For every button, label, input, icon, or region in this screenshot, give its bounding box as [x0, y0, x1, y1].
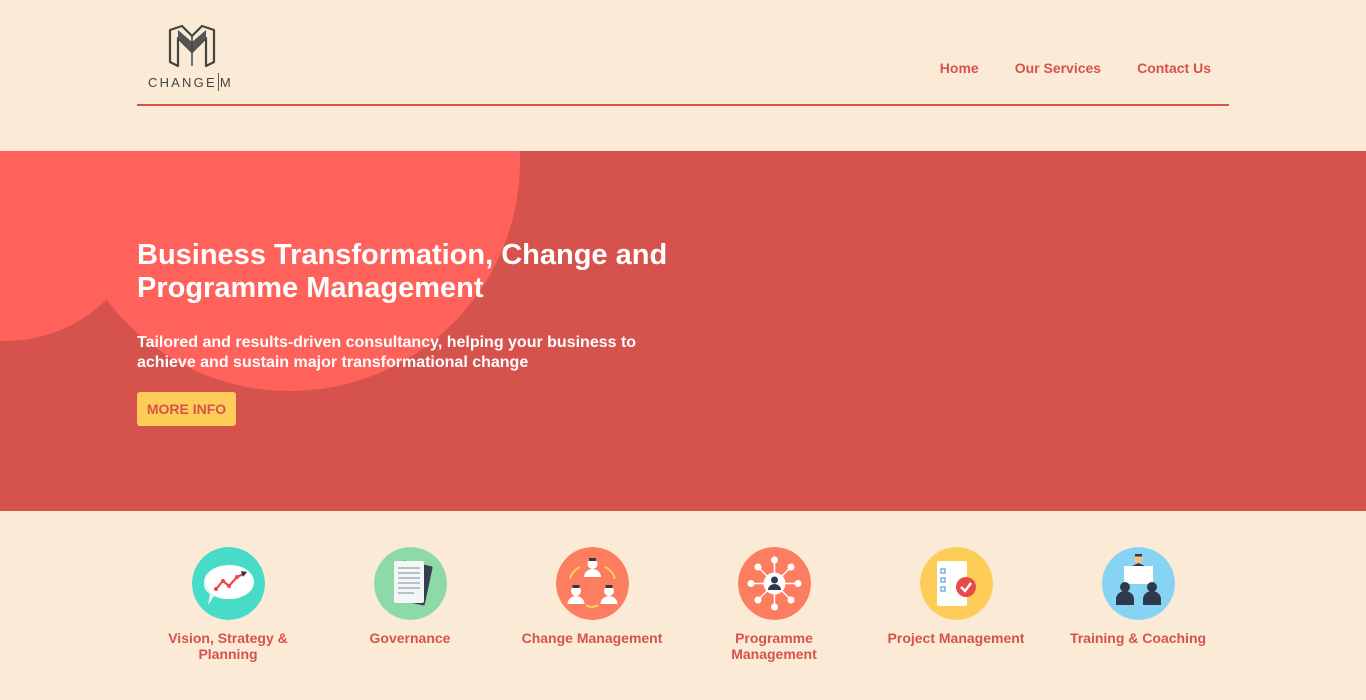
chart-speech-bubble-icon [191, 547, 265, 620]
site-header: CHANGE M Home Our Services Contact Us [137, 0, 1229, 106]
service-label: Governance [369, 630, 451, 646]
logo[interactable]: CHANGE M [145, 24, 255, 94]
service-label: Change Management [521, 630, 663, 646]
hero-subtitle: Tailored and results-driven consultancy,… [137, 334, 637, 371]
service-label: Programme Management [731, 630, 817, 662]
logo-text-left: CHANGE [148, 75, 217, 90]
presenter-audience-icon [1101, 547, 1175, 620]
service-vision-strategy-planning[interactable]: Vision, Strategy & Planning [137, 547, 319, 662]
logo-mark-icon [168, 24, 216, 68]
service-label: Vision, Strategy & Planning [168, 630, 288, 662]
nav-home[interactable]: Home [940, 60, 979, 76]
services-row: Vision, Strategy & Planning Governance C… [137, 547, 1229, 662]
logo-text-right: M [219, 75, 233, 90]
service-label: Training & Coaching [1069, 630, 1207, 646]
network-person-icon [737, 547, 811, 620]
service-label: Project Management [887, 630, 1025, 646]
service-programme-management[interactable]: Programme Management [683, 547, 865, 662]
checklist-icon [919, 547, 993, 620]
hero-title: Business Transformation, Change and Prog… [137, 239, 668, 304]
service-training-coaching[interactable]: Training & Coaching [1047, 547, 1229, 662]
nav-our-services[interactable]: Our Services [1015, 60, 1101, 76]
logo-wordmark: CHANGE M [148, 73, 233, 91]
document-icon [373, 547, 447, 620]
more-info-button[interactable]: MORE INFO [137, 392, 236, 426]
service-governance[interactable]: Governance [319, 547, 501, 662]
hero-banner: Business Transformation, Change and Prog… [0, 151, 1366, 511]
service-project-management[interactable]: Project Management [865, 547, 1047, 662]
main-nav: Home Our Services Contact Us [940, 60, 1211, 76]
logo-divider [217, 73, 219, 91]
service-change-management[interactable]: Change Management [501, 547, 683, 662]
team-cycle-icon [555, 547, 629, 620]
nav-contact-us[interactable]: Contact Us [1137, 60, 1211, 76]
